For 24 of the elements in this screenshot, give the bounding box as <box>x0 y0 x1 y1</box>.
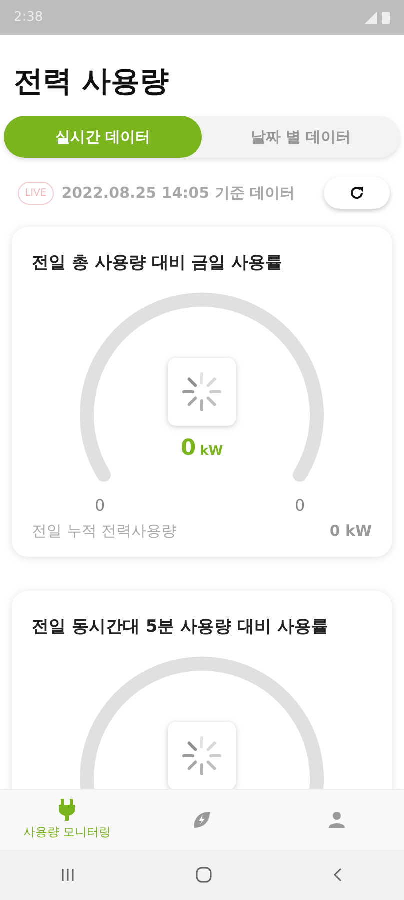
live-badge: LIVE <box>18 182 54 204</box>
refresh-icon <box>349 185 365 201</box>
card-title: 전일 총 사용량 대비 금일 사용률 <box>32 252 284 274</box>
tab[interactable]: 실시간 데이터 <box>4 116 202 158</box>
page-title: 전력 사용량 <box>14 63 170 99</box>
footer-value: 0 kW <box>330 522 372 541</box>
gauge-min: 0 <box>95 496 106 515</box>
card-title: 전일 동시간대 5분 사용량 대비 사용률 <box>32 616 330 638</box>
signal-icon <box>365 12 377 24</box>
person-icon <box>326 810 347 830</box>
gauge-max: 0 <box>295 496 306 515</box>
gauge-value: 0 <box>180 436 196 461</box>
recents-icon[interactable] <box>60 868 75 882</box>
back-icon[interactable] <box>333 868 344 882</box>
battery-icon <box>382 11 390 24</box>
nav-item[interactable]: 사용량 모니터링 <box>0 790 135 850</box>
refresh-button[interactable] <box>324 177 390 209</box>
timestamp-text: 2022.08.25 14:05 기준 데이터 <box>62 184 296 202</box>
plug-icon <box>58 799 76 821</box>
leaf-bolt-icon <box>192 810 212 830</box>
tab[interactable]: 날짜 별 데이터 <box>202 116 400 158</box>
gauge-unit: kW <box>200 444 224 459</box>
footer-label: 전일 누적 전력사용량 <box>32 522 177 541</box>
home-icon[interactable] <box>196 867 212 883</box>
